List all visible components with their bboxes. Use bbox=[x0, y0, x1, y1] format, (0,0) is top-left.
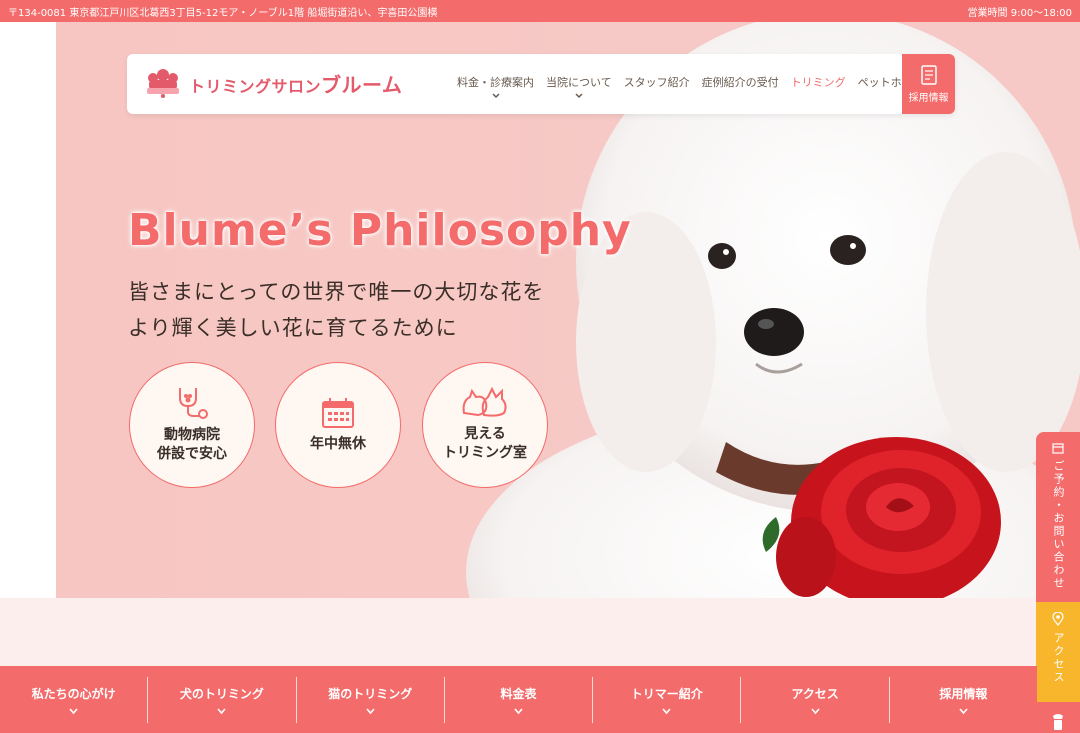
chevron-down-icon bbox=[491, 93, 500, 99]
bottom-nav-access[interactable]: アクセス bbox=[740, 676, 888, 723]
access-tab[interactable]: アクセス bbox=[1036, 602, 1080, 702]
access-label: アクセス bbox=[1052, 632, 1065, 684]
chevron-down-icon bbox=[959, 707, 968, 714]
bottom-nav-cat-trimming[interactable]: 猫のトリミング bbox=[295, 676, 444, 723]
hero-subtitle-line2: より輝く美しい花に育てるために bbox=[128, 316, 458, 340]
bottom-nav-label: 採用情報 bbox=[939, 686, 988, 701]
feature-text: 併設で安心 bbox=[157, 446, 227, 462]
calendar-icon bbox=[1052, 443, 1064, 454]
nav-item-about[interactable]: 当院について bbox=[540, 74, 618, 100]
nav-label: 症例紹介の受付 bbox=[701, 76, 779, 89]
logo-text-brand: ブルーム bbox=[321, 72, 403, 97]
nav-label: トリミング bbox=[790, 76, 846, 89]
left-margin bbox=[0, 22, 56, 598]
bottom-nav-label: アクセス bbox=[791, 686, 839, 701]
chevron-down-icon bbox=[514, 707, 523, 714]
chevron-down-icon bbox=[810, 707, 820, 714]
bottom-nav-dog-trimming[interactable]: 犬のトリミング bbox=[147, 676, 295, 723]
chevron-down-icon bbox=[217, 707, 227, 714]
top-info-bar: 〒134-0081 東京都江戸川区北葛西3丁目5-12モア・ノーブル1階 船堀街… bbox=[0, 0, 1080, 22]
address-text: 〒134-0081 東京都江戸川区北葛西3丁目5-12モア・ノーブル1階 船堀街… bbox=[8, 7, 438, 19]
bottom-nav-trimmers[interactable]: トリマー紹介 bbox=[592, 676, 740, 723]
recruit-label: 採用情報 bbox=[908, 92, 949, 104]
feature-text: 年中無休 bbox=[310, 435, 366, 452]
feature-badge-open-everyday: 年中無休 bbox=[275, 362, 401, 488]
nav-label: 料金・診療案内 bbox=[457, 76, 534, 89]
logo-text-main: トリミングサロン bbox=[189, 76, 322, 96]
poodle-logo-icon bbox=[147, 69, 179, 98]
business-hours: 営業時間 9:00〜18:00 bbox=[967, 7, 1072, 19]
feature-badge-hospital: 動物病院 併設で安心 bbox=[129, 362, 255, 488]
bottom-nav-label: 料金表 bbox=[500, 686, 537, 701]
map-pin-icon bbox=[1052, 612, 1064, 626]
reserve-contact-tab[interactable]: ご予約・お問い合わせ bbox=[1036, 432, 1080, 602]
chevron-down-icon bbox=[69, 707, 78, 714]
calendar-icon bbox=[322, 397, 354, 428]
chevron-down-icon bbox=[662, 707, 671, 714]
nav-label: 当院について bbox=[546, 76, 612, 89]
phone-tab[interactable] bbox=[1036, 702, 1080, 733]
hero-subtitle-line1: 皆さまにとっての世界で唯一の大切な花を bbox=[128, 280, 545, 304]
feature-badge-visible-room: 見える トリミング室 bbox=[422, 362, 548, 488]
bottom-nav-label: 私たちの心がけ bbox=[31, 686, 116, 701]
site-logo[interactable]: トリミングサロンブルーム bbox=[143, 66, 402, 100]
feature-text: トリミング室 bbox=[443, 445, 527, 461]
main-nav: 料金・診療案内 当院について スタッフ紹介 症例紹介の受付 トリミング ペットホ… bbox=[451, 74, 930, 100]
bottom-nav-label: 犬のトリミング bbox=[179, 686, 264, 701]
chevron-down-icon bbox=[575, 93, 583, 99]
nav-item-trimming[interactable]: トリミング bbox=[785, 74, 852, 100]
bottom-nav-recruit[interactable]: 採用情報 bbox=[888, 676, 1037, 723]
nav-label: スタッフ紹介 bbox=[623, 76, 690, 89]
dog-cat-icon bbox=[462, 387, 507, 417]
bottom-navigation: 私たちの心がけ 犬のトリミング 猫のトリミング 料金表 トリマー紹介 アクセス … bbox=[0, 666, 1037, 733]
stethoscope-paw-icon bbox=[179, 388, 208, 419]
feature-text: 動物病院 bbox=[164, 427, 220, 443]
side-fixed-tabs: ご予約・お問い合わせ アクセス bbox=[1036, 432, 1080, 733]
phone-icon bbox=[1053, 714, 1063, 730]
bottom-nav-pricing[interactable]: 料金表 bbox=[443, 676, 592, 723]
nav-item-fees[interactable]: 料金・診療案内 bbox=[451, 74, 540, 100]
document-icon bbox=[920, 64, 937, 85]
feature-text: 見える bbox=[464, 426, 506, 442]
bottom-nav-label: トリマー紹介 bbox=[630, 686, 703, 701]
header-nav-card: トリミングサロンブルーム 料金・診療案内 当院について スタッフ紹介 症例紹介の… bbox=[127, 54, 955, 114]
reserve-label: ご予約・お問い合わせ bbox=[1052, 460, 1065, 590]
recruit-button[interactable]: 採用情報 bbox=[902, 54, 955, 114]
chevron-down-icon bbox=[366, 707, 375, 714]
bottom-nav-label: 猫のトリミング bbox=[328, 686, 413, 701]
hero-title: Blume’s Philosophy bbox=[128, 205, 632, 256]
nav-item-cases[interactable]: 症例紹介の受付 bbox=[696, 74, 785, 100]
nav-item-staff[interactable]: スタッフ紹介 bbox=[618, 74, 696, 100]
bottom-nav-philosophy[interactable]: 私たちの心がけ bbox=[0, 677, 147, 723]
